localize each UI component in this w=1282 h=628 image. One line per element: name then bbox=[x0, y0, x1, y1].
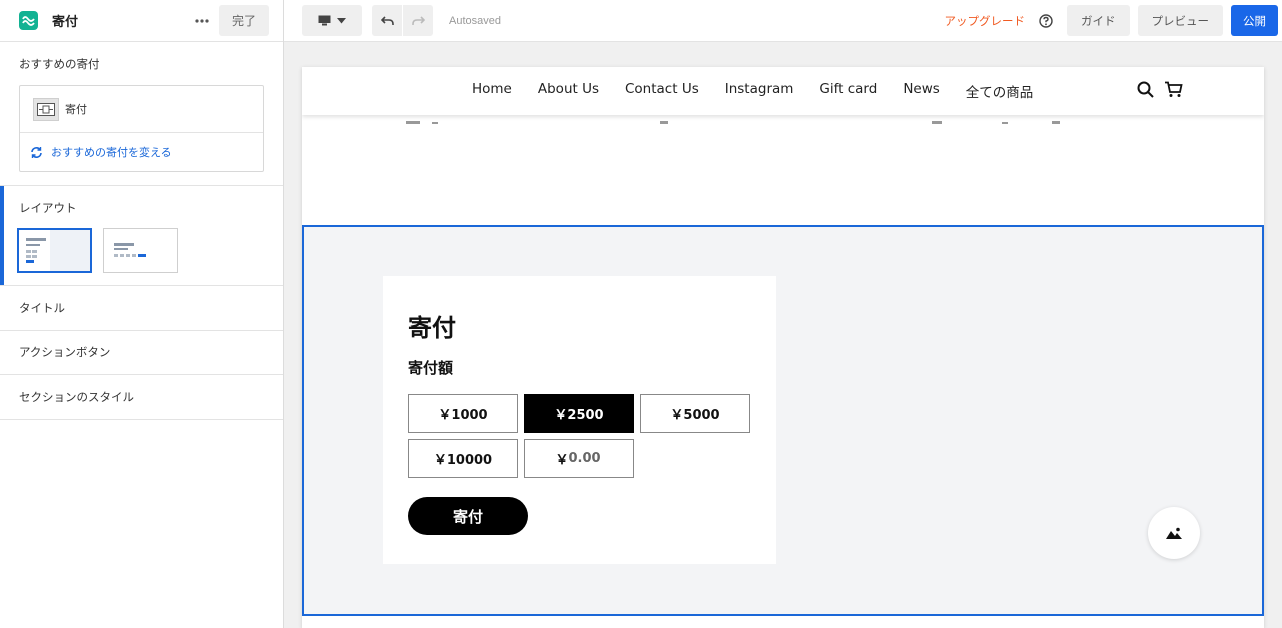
site-navigation: Home About Us Contact Us Instagram Gift … bbox=[302, 67, 1264, 115]
app-logo-icon bbox=[19, 11, 38, 30]
active-section-indicator bbox=[0, 186, 4, 285]
nav-icons bbox=[1137, 81, 1183, 98]
done-button[interactable]: 完了 bbox=[219, 5, 269, 36]
redo-icon bbox=[411, 15, 425, 25]
autosave-status: Autosaved bbox=[449, 14, 501, 27]
layout-options bbox=[17, 228, 264, 273]
nav-link-news[interactable]: News bbox=[903, 81, 939, 101]
amount-option-1000[interactable]: ￥1000 bbox=[408, 394, 518, 433]
device-toggle-button[interactable] bbox=[302, 5, 362, 36]
section-image-button[interactable] bbox=[1148, 507, 1200, 559]
guide-button[interactable]: ガイド bbox=[1067, 5, 1130, 36]
search-icon[interactable] bbox=[1137, 81, 1154, 98]
refresh-icon bbox=[31, 146, 42, 158]
nav-link-instagram[interactable]: Instagram bbox=[725, 81, 794, 101]
help-icon[interactable] bbox=[1039, 13, 1053, 28]
recommended-box: 寄付 おすすめの寄付を変える bbox=[19, 85, 264, 172]
donation-title: 寄付 bbox=[408, 314, 456, 342]
clipped-text-decoration bbox=[406, 121, 1060, 124]
amount-option-5000[interactable]: ￥5000 bbox=[640, 394, 750, 433]
cart-icon[interactable] bbox=[1164, 81, 1183, 98]
sidebar-header: 寄付 完了 bbox=[0, 0, 283, 42]
recommended-item[interactable]: 寄付 bbox=[20, 86, 263, 133]
publish-button[interactable]: 公開 bbox=[1231, 5, 1278, 36]
change-recommended-link[interactable]: おすすめの寄付を変える bbox=[20, 133, 263, 171]
amount-option-10000[interactable]: ￥10000 bbox=[408, 439, 518, 478]
sidebar-row-action-button[interactable]: アクションボタン bbox=[0, 331, 283, 375]
recommended-donation-section: おすすめの寄付 寄付 おすすめの寄付を変える bbox=[0, 42, 283, 186]
nav-link-contact[interactable]: Contact Us bbox=[625, 81, 699, 101]
undo-button[interactable] bbox=[372, 5, 402, 36]
change-recommended-label: おすすめの寄付を変える bbox=[51, 146, 172, 159]
preview-button[interactable]: プレビュー bbox=[1137, 5, 1223, 36]
topbar-actions: アップグレード ガイド プレビュー 公開 bbox=[945, 5, 1282, 36]
currency-symbol: ￥ bbox=[555, 453, 569, 468]
sidebar-row-title[interactable]: タイトル bbox=[0, 286, 283, 331]
desktop-icon bbox=[318, 15, 331, 26]
image-icon bbox=[1166, 527, 1182, 539]
chevron-down-icon bbox=[337, 17, 346, 23]
recommended-label: おすすめの寄付 bbox=[19, 57, 100, 71]
layout-label: レイアウト bbox=[19, 201, 77, 215]
sidebar-title: 寄付 bbox=[52, 14, 79, 29]
nav-link-all-products[interactable]: 全ての商品 bbox=[966, 81, 1034, 101]
nav-link-about[interactable]: About Us bbox=[538, 81, 599, 101]
amount-option-2500[interactable]: ￥2500 bbox=[524, 394, 634, 433]
editor-sidebar: 寄付 完了 おすすめの寄付 寄付 おすすめの寄付を変える レイアウト タイトル … bbox=[0, 0, 284, 628]
redo-button[interactable] bbox=[403, 5, 433, 36]
nav-link-home[interactable]: Home bbox=[472, 81, 512, 101]
recommended-item-name: 寄付 bbox=[65, 103, 87, 116]
custom-amount-field: ￥ bbox=[524, 439, 634, 478]
undo-icon bbox=[380, 15, 394, 25]
custom-amount-input[interactable] bbox=[568, 451, 603, 466]
nav-link-gift-card[interactable]: Gift card bbox=[819, 81, 877, 101]
donation-amount-label: 寄付額 bbox=[408, 359, 454, 377]
more-options-icon[interactable] bbox=[189, 8, 215, 34]
layout-section: レイアウト bbox=[0, 186, 283, 286]
sidebar-row-section-style[interactable]: セクションのスタイル bbox=[0, 375, 283, 420]
upgrade-link[interactable]: アップグレード bbox=[945, 13, 1026, 29]
undo-redo-group bbox=[372, 5, 433, 36]
editor-topbar: Autosaved アップグレード ガイド プレビュー 公開 bbox=[284, 0, 1282, 42]
donation-thumbnail-icon bbox=[33, 97, 59, 121]
nav-links: Home About Us Contact Us Instagram Gift … bbox=[472, 81, 1033, 101]
layout-option-left[interactable] bbox=[17, 228, 92, 273]
site-canvas: Home About Us Contact Us Instagram Gift … bbox=[302, 67, 1264, 628]
layout-option-center[interactable] bbox=[103, 228, 178, 273]
donate-button[interactable]: 寄付 bbox=[408, 497, 528, 535]
donation-amount-options: ￥1000 ￥2500 ￥5000 ￥10000 ￥ bbox=[408, 394, 751, 478]
donation-card: 寄付 寄付額 ￥1000 ￥2500 ￥5000 ￥10000 ￥ 寄付 bbox=[383, 276, 776, 564]
donation-section[interactable]: 寄付 寄付額 ￥1000 ￥2500 ￥5000 ￥10000 ￥ 寄付 bbox=[302, 225, 1264, 616]
